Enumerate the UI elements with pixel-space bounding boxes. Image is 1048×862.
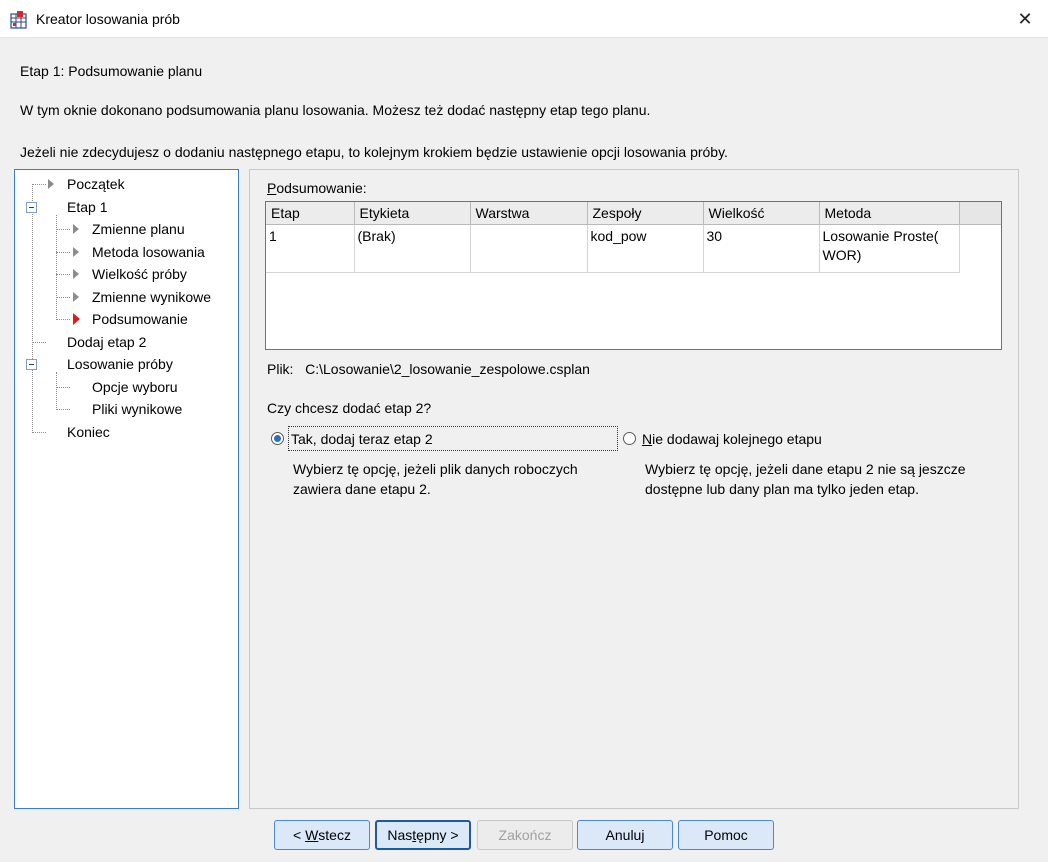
summary-table[interactable]: Etap Etykieta Warstwa Zespoły Wielkość M… xyxy=(265,201,1002,350)
option-add-stage-label[interactable]: Tak, dodaj teraz etap 2 xyxy=(291,431,433,447)
table-cell: (Brak) xyxy=(354,224,471,273)
cancel-button[interactable]: Anuluj xyxy=(577,820,673,850)
step-arrow-icon xyxy=(73,269,79,279)
tree-connector xyxy=(56,372,57,410)
tree-item-label: Koniec xyxy=(67,424,110,440)
add-stage-question: Czy chcesz dodać etap 2? xyxy=(267,400,432,416)
tree-item-label: Metoda losowania xyxy=(92,244,205,260)
description-line: dostępne lub dany plan ma tylko jeden et… xyxy=(645,481,919,497)
collapse-icon[interactable] xyxy=(26,202,37,213)
wizard-steps-tree: Początek Etap 1 Zmienne planu Metoda los… xyxy=(14,169,239,809)
tree-connector xyxy=(56,274,70,275)
header-filler xyxy=(959,202,1001,225)
close-icon: ✕ xyxy=(1017,8,1033,29)
tree-item-label: Zmienne wynikowe xyxy=(92,289,212,305)
title-bar: Kreator losowania prób ✕ xyxy=(0,0,1048,38)
tree-connector xyxy=(32,342,46,343)
file-label: Plik: xyxy=(267,361,294,377)
tree-item-label: Losowanie próby xyxy=(67,356,173,372)
window-title: Kreator losowania prób xyxy=(36,11,180,27)
column-header[interactable]: Wielkość xyxy=(703,202,820,225)
tree-item-label: Wielkość próby xyxy=(92,266,187,282)
table-cell: 1 xyxy=(266,224,355,273)
description-line: Wybierz tę opcję, jeżeli dane etapu 2 ni… xyxy=(645,461,966,477)
column-header[interactable]: Zespoły xyxy=(587,202,704,225)
tree-connector xyxy=(32,184,46,185)
step-arrow-icon xyxy=(73,247,79,257)
column-header[interactable]: Warstwa xyxy=(470,202,588,225)
tree-item-label: Opcje wyboru xyxy=(92,379,178,395)
page-heading: Etap 1: Podsumowanie planu xyxy=(20,63,203,79)
option-no-stage-description: Wybierz tę opcję, jeżeli dane etapu 2 ni… xyxy=(645,459,966,499)
radio-no-more-stages[interactable] xyxy=(623,432,636,445)
tree-connector xyxy=(56,387,70,388)
tree-connector xyxy=(56,409,70,410)
radio-add-stage-now[interactable] xyxy=(271,432,284,445)
table-row[interactable]: 1 (Brak) kod_pow 30 Losowanie Proste( WO… xyxy=(266,224,1001,273)
help-button[interactable]: Pomoc xyxy=(678,820,774,850)
tree-connector xyxy=(56,319,70,320)
button-text: < xyxy=(293,827,306,843)
tree-item-label: Etap 1 xyxy=(67,199,108,215)
tree-item-label: Pliki wynikowe xyxy=(92,401,183,417)
step-arrow-icon xyxy=(73,224,79,234)
column-header[interactable]: Etykieta xyxy=(354,202,471,225)
tree-connector xyxy=(56,252,70,253)
column-header[interactable]: Metoda xyxy=(819,202,960,225)
table-cell: kod_pow xyxy=(587,224,704,273)
tree-item-label: Początek xyxy=(67,176,125,192)
table-cell: 30 xyxy=(703,224,820,273)
app-icon xyxy=(10,11,27,29)
close-button[interactable]: ✕ xyxy=(1002,0,1048,38)
tree-item-label: Zmienne planu xyxy=(92,221,185,237)
step-arrow-icon xyxy=(73,292,79,302)
current-step-icon xyxy=(73,313,80,325)
table-cell xyxy=(470,224,588,273)
next-button[interactable]: Nas t ępny > xyxy=(375,820,471,850)
back-button[interactable]: < Wstecz xyxy=(274,820,370,850)
plan-file-line: Plik: C:\Losowanie\2_losowanie_zespolowe… xyxy=(267,361,590,377)
description-line: zawiera dane etapu 2. xyxy=(293,481,431,497)
tree-item-label: Dodaj etap 2 xyxy=(67,334,147,350)
tree-connector xyxy=(32,184,33,433)
intro-text-2: Jeżeli nie zdecydujesz o dodaniu następn… xyxy=(20,144,728,160)
intro-text-1: W tym oknie dokonano podsumowania planu … xyxy=(20,102,651,118)
table-header-row: Etap Etykieta Warstwa Zespoły Wielkość M… xyxy=(266,202,1001,225)
summary-grid: Etap Etykieta Warstwa Zespoły Wielkość M… xyxy=(266,202,1001,273)
tree-connector xyxy=(56,215,57,320)
tree-connector xyxy=(32,432,46,433)
tree-connector xyxy=(56,297,70,298)
column-header[interactable]: Etap xyxy=(266,202,355,225)
summary-label: Podsumowanie: xyxy=(267,180,367,196)
option-add-stage-description: Wybierz tę opcję, jeżeli plik danych rob… xyxy=(293,459,578,499)
option-no-stage-label[interactable]: Nie dodawaj kolejnego etapu xyxy=(642,431,822,447)
tree-connector xyxy=(56,229,70,230)
row-filler xyxy=(959,224,1001,272)
step-arrow-icon xyxy=(48,179,54,189)
collapse-icon[interactable] xyxy=(26,359,37,370)
description-line: Wybierz tę opcję, jeżeli plik danych rob… xyxy=(293,461,578,477)
table-cell: Losowanie Proste( WOR) xyxy=(819,224,960,273)
finish-button[interactable]: Zakończ xyxy=(477,820,573,850)
tree-item-label: Podsumowanie xyxy=(92,311,188,327)
file-path: C:\Losowanie\2_losowanie_zespolowe.cspla… xyxy=(305,361,590,377)
